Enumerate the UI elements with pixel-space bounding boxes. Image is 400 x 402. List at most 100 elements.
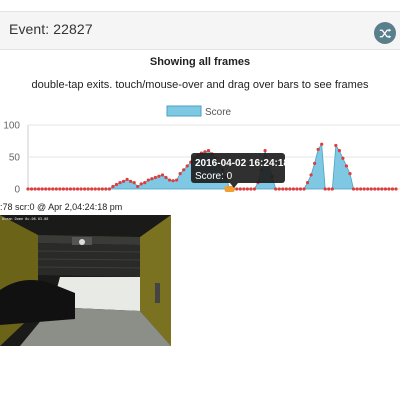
score-point[interactable] <box>167 178 172 182</box>
score-point[interactable] <box>185 164 189 168</box>
score-point[interactable] <box>376 187 380 191</box>
score-point[interactable] <box>143 181 147 185</box>
score-point[interactable] <box>51 187 55 191</box>
score-point[interactable] <box>362 187 366 191</box>
score-point[interactable] <box>242 187 246 191</box>
score-point[interactable] <box>323 187 327 191</box>
score-point[interactable] <box>373 187 377 191</box>
score-point[interactable] <box>277 187 281 191</box>
score-point[interactable] <box>359 187 363 191</box>
score-point[interactable] <box>40 187 44 191</box>
y-axis: 100 50 0 <box>3 121 29 196</box>
score-point[interactable] <box>146 178 150 182</box>
event-title: Event: 22827 <box>9 21 93 37</box>
score-point[interactable] <box>47 187 51 191</box>
score-point[interactable] <box>139 182 143 186</box>
score-point[interactable] <box>72 187 76 191</box>
camera-overlay-text: Ocean Dome 0u.08.03.08 <box>2 217 48 221</box>
score-point[interactable] <box>351 187 356 191</box>
score-point[interactable] <box>383 187 387 191</box>
score-point[interactable] <box>252 187 257 191</box>
score-point[interactable] <box>83 187 87 191</box>
score-point[interactable] <box>313 161 317 165</box>
score-point[interactable] <box>129 179 133 183</box>
score-point[interactable] <box>121 179 126 183</box>
score-point[interactable] <box>341 156 345 160</box>
score-point[interactable] <box>380 187 384 191</box>
score-point[interactable] <box>86 187 90 191</box>
score-point[interactable] <box>65 187 69 191</box>
score-point[interactable] <box>107 187 111 191</box>
camera-frame-image[interactable]: Ocean Dome 0u.08.03.08 <box>0 215 171 346</box>
score-point[interactable] <box>348 172 352 176</box>
score-point[interactable] <box>320 142 324 146</box>
score-point[interactable] <box>157 174 161 178</box>
score-point[interactable] <box>54 187 58 191</box>
score-point[interactable] <box>153 175 157 180</box>
score-point[interactable] <box>387 187 391 191</box>
chart-subtitle: Showing all frames <box>149 56 251 68</box>
score-point[interactable] <box>75 187 80 191</box>
score-chart[interactable]: Score 100 50 0 2016-04-02 16:24:18 Score: … <box>0 100 400 200</box>
score-point[interactable] <box>366 187 370 191</box>
score-point[interactable] <box>111 184 115 189</box>
chart-instructions: double-tap exits. touch/mouse-over and d… <box>31 79 369 91</box>
score-point[interactable] <box>288 187 292 191</box>
score-point[interactable] <box>344 164 349 168</box>
score-point[interactable] <box>33 187 37 191</box>
score-point[interactable] <box>136 184 140 189</box>
score-point[interactable] <box>68 187 73 191</box>
score-point[interactable] <box>369 187 373 191</box>
score-point[interactable] <box>61 187 65 191</box>
score-point[interactable] <box>26 187 30 191</box>
score-point[interactable] <box>160 173 165 177</box>
score-point[interactable] <box>114 182 119 187</box>
score-point[interactable] <box>298 187 303 191</box>
score-point[interactable] <box>37 187 41 191</box>
score-point[interactable] <box>235 187 239 191</box>
score-point[interactable] <box>274 187 278 191</box>
score-point[interactable] <box>330 187 334 191</box>
score-point[interactable] <box>132 181 136 185</box>
score-point[interactable] <box>90 187 94 191</box>
score-point[interactable] <box>337 149 341 153</box>
legend-swatch <box>166 105 202 117</box>
score-point[interactable] <box>355 187 359 191</box>
score-point[interactable] <box>291 187 295 191</box>
score-point[interactable] <box>178 172 182 176</box>
score-point[interactable] <box>281 187 285 191</box>
score-point[interactable] <box>334 143 338 148</box>
score-point[interactable] <box>150 177 154 181</box>
score-point[interactable] <box>394 187 398 191</box>
shuffle-button[interactable] <box>374 22 396 44</box>
score-point[interactable] <box>118 181 122 185</box>
score-point[interactable] <box>100 187 104 191</box>
score-point[interactable] <box>245 187 249 191</box>
y-tick-label: 0 <box>14 185 20 196</box>
score-point[interactable] <box>284 187 288 191</box>
score-point[interactable] <box>302 187 306 191</box>
score-point[interactable] <box>206 149 211 153</box>
y-tick-label: 100 <box>3 121 20 132</box>
score-point[interactable] <box>125 177 129 181</box>
score-point[interactable] <box>79 187 83 191</box>
score-point[interactable] <box>238 187 242 191</box>
score-point[interactable] <box>305 181 310 185</box>
score-point[interactable] <box>58 187 62 191</box>
score-point[interactable] <box>390 187 395 191</box>
score-point[interactable] <box>263 149 267 153</box>
score-point[interactable] <box>171 179 175 183</box>
score-point[interactable] <box>316 147 320 151</box>
score-point[interactable] <box>327 187 331 191</box>
score-point[interactable] <box>97 187 101 191</box>
score-point[interactable] <box>309 173 313 177</box>
score-point[interactable] <box>44 187 48 191</box>
score-point[interactable] <box>175 178 179 182</box>
score-point[interactable] <box>104 187 108 191</box>
score-point[interactable] <box>164 175 168 180</box>
score-point[interactable] <box>29 187 34 191</box>
score-point[interactable] <box>295 187 299 191</box>
score-point[interactable] <box>182 168 186 172</box>
score-point[interactable] <box>93 187 97 191</box>
score-point[interactable] <box>249 187 253 191</box>
